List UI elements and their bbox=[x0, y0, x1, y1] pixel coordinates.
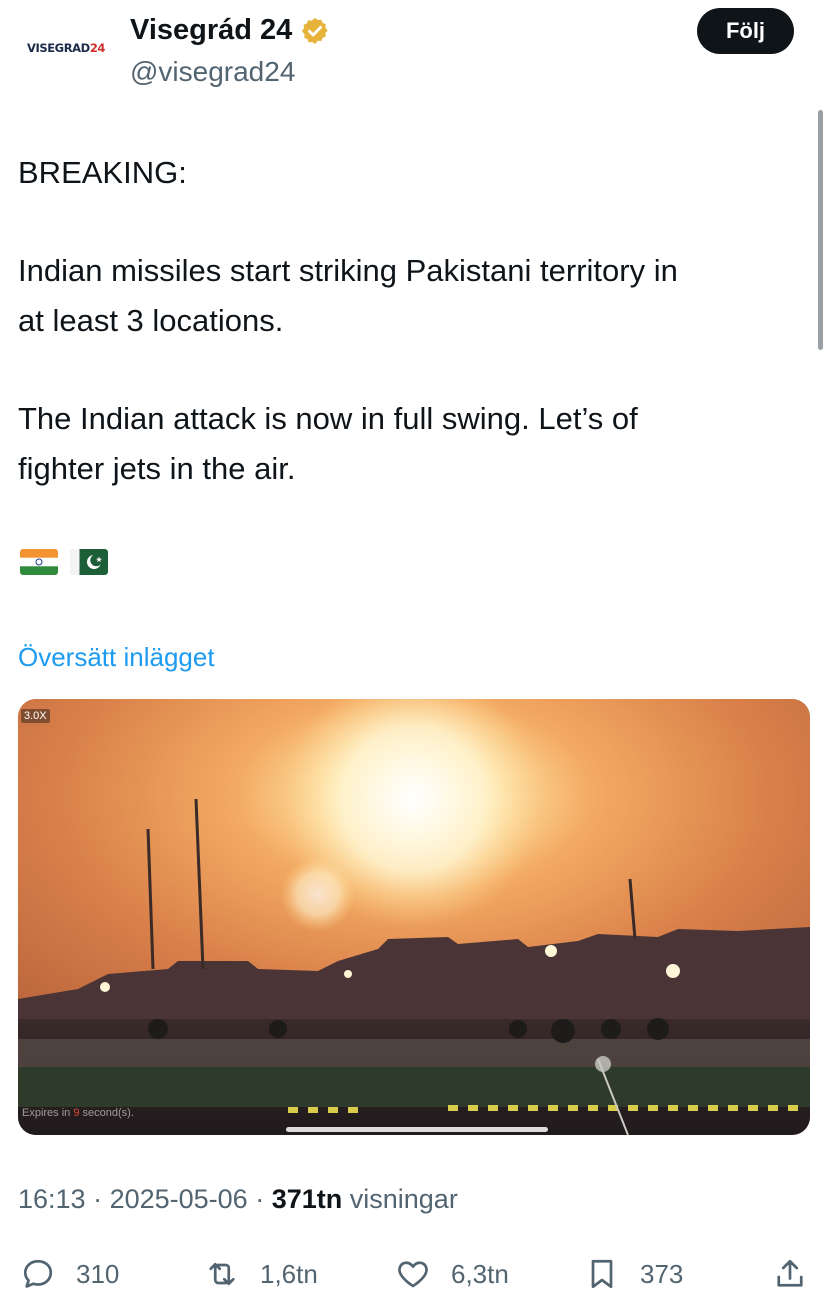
tweet-meta: 16:13 · 2025-05-06 · 371tn visningar bbox=[18, 1184, 458, 1215]
gold-verified-icon bbox=[302, 17, 328, 44]
follow-button[interactable]: Följ bbox=[697, 8, 794, 54]
video-frame bbox=[18, 699, 810, 1135]
tweet-body: BREAKING: Indian missiles start striking… bbox=[18, 148, 818, 542]
tweet-text-line: BREAKING: bbox=[18, 155, 187, 190]
repost-button[interactable]: 1,6tn bbox=[204, 1248, 318, 1300]
avatar[interactable]: VISEGRAD24 bbox=[18, 16, 114, 80]
reply-icon bbox=[23, 1259, 53, 1288]
views-label: visningar bbox=[342, 1184, 458, 1214]
like-count: 6,3tn bbox=[451, 1258, 509, 1289]
india-flag-icon bbox=[20, 549, 58, 575]
zoom-level-badge: 3.0X bbox=[21, 709, 50, 723]
tweet-header: VISEGRAD24 Visegrád 24 @visegrad24 Följ bbox=[0, 0, 828, 110]
scrollbar[interactable] bbox=[818, 110, 823, 350]
share-icon bbox=[777, 1259, 803, 1287]
translate-post-link[interactable]: Översätt inlägget bbox=[18, 642, 215, 673]
like-button[interactable]: 6,3tn bbox=[395, 1248, 509, 1300]
author-handle[interactable]: @visegrad24 bbox=[130, 56, 295, 88]
tweet-text-line: fighter jets in the air. bbox=[18, 451, 296, 486]
bookmark-button[interactable]: 373 bbox=[584, 1248, 683, 1300]
separator: · bbox=[85, 1184, 110, 1214]
repost-count: 1,6tn bbox=[260, 1258, 318, 1289]
flag-emojis bbox=[20, 549, 108, 575]
tweet-text-line: Indian missiles start striking Pakistani… bbox=[18, 253, 678, 288]
author-name-row[interactable]: Visegrád 24 bbox=[130, 14, 330, 47]
share-button[interactable] bbox=[772, 1248, 808, 1300]
pakistan-flag-icon bbox=[70, 549, 108, 575]
video-media[interactable]: 3.0X Expires in 9 second(s). bbox=[18, 699, 810, 1135]
tweet-text-line: The Indian attack is now in full swing. … bbox=[18, 401, 638, 436]
repost-icon bbox=[209, 1262, 235, 1286]
bookmark-count: 373 bbox=[640, 1258, 684, 1289]
display-name[interactable]: Visegrád 24 bbox=[130, 14, 292, 47]
action-bar: 310 1,6tn 6,3tn 373 bbox=[0, 1248, 828, 1300]
video-progress-bar[interactable] bbox=[286, 1127, 548, 1132]
post-time[interactable]: 16:13 bbox=[18, 1184, 86, 1214]
expires-notice: Expires in 9 second(s). bbox=[22, 1107, 134, 1119]
post-date[interactable]: 2025-05-06 bbox=[110, 1184, 248, 1214]
reply-count: 310 bbox=[76, 1258, 120, 1289]
views-count: 371tn bbox=[271, 1184, 343, 1214]
separator: · bbox=[247, 1184, 272, 1214]
tweet-text-line: at least 3 locations. bbox=[18, 303, 284, 338]
bookmark-icon bbox=[591, 1259, 613, 1289]
reply-button[interactable]: 310 bbox=[20, 1248, 119, 1300]
heart-icon bbox=[398, 1261, 428, 1288]
avatar-logo-text: VISEGRAD24 bbox=[26, 41, 106, 55]
